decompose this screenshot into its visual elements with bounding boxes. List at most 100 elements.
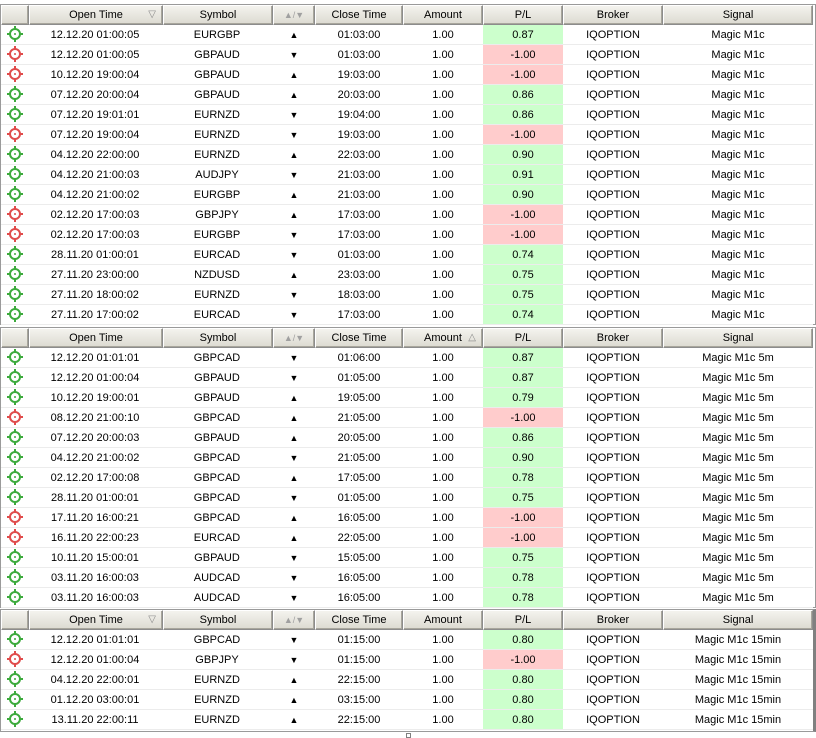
target-loss-icon bbox=[7, 46, 23, 62]
column-header-direction[interactable]: ▲/▼ bbox=[273, 5, 315, 25]
column-header-broker[interactable]: Broker bbox=[563, 328, 663, 348]
open-time-cell: 03.11.20 16:00:03 bbox=[29, 568, 161, 588]
table-row[interactable]: 12.12.20 01:00:04 GBPAUD ▼ 01:05:00 1.00 0.87… bbox=[1, 368, 816, 388]
table-row[interactable]: 04.12.20 22:00:00 EURNZD ▲ 22:03:00 1.00 0.90… bbox=[1, 145, 816, 165]
table-row[interactable]: 12.12.20 01:00:04 GBPJPY ▼ 01:15:00 1.00 -1.0… bbox=[1, 650, 816, 670]
column-header-signal[interactable]: Signal bbox=[663, 610, 813, 630]
column-header-label: Close Time bbox=[331, 9, 387, 21]
column-header-close-time[interactable]: Close Time bbox=[315, 5, 403, 25]
symbol-cell: NZDUSD bbox=[161, 265, 273, 285]
signal-cell: Magic M1c 5m bbox=[663, 528, 813, 548]
table-row[interactable]: 27.11.20 23:00:00 NZDUSD ▲ 23:03:00 1.00 0.75… bbox=[1, 265, 816, 285]
column-header-status[interactable] bbox=[1, 5, 29, 25]
column-header-broker[interactable]: Broker bbox=[563, 5, 663, 25]
signal-cell: Magic M1c bbox=[663, 225, 813, 245]
table-row[interactable]: 03.11.20 16:00:03 AUDCAD ▼ 16:05:00 1.00 0.78… bbox=[1, 588, 816, 608]
column-header-amount[interactable]: Amount bbox=[403, 5, 483, 25]
resize-handle[interactable] bbox=[406, 733, 411, 738]
table-row[interactable]: 04.12.20 21:00:03 AUDJPY ▼ 21:03:00 1.00 0.91… bbox=[1, 165, 816, 185]
table-row[interactable]: 16.11.20 22:00:23 EURCAD ▲ 22:05:00 1.00 -1.0… bbox=[1, 528, 816, 548]
column-header-signal[interactable]: Signal bbox=[663, 328, 813, 348]
table-row[interactable]: 07.12.20 20:00:03 GBPAUD ▲ 20:05:00 1.00 0.86… bbox=[1, 428, 816, 448]
column-header-direction[interactable]: ▲/▼ bbox=[273, 328, 315, 348]
table-row[interactable]: 01.12.20 03:00:01 EURNZD ▲ 03:15:00 1.00 0.80… bbox=[1, 690, 816, 710]
arrow-down-icon: ▼ bbox=[273, 105, 315, 125]
column-header-close-time[interactable]: Close Time bbox=[315, 328, 403, 348]
arrow-down-icon: ▼ bbox=[273, 588, 315, 608]
table-row[interactable]: 07.12.20 20:00:04 GBPAUD ▲ 20:03:00 1.00 0.86… bbox=[1, 85, 816, 105]
broker-cell: IQOPTION bbox=[563, 588, 663, 608]
signal-cell: Magic M1c bbox=[663, 125, 813, 145]
table-row[interactable]: 04.12.20 22:00:01 EURNZD ▲ 22:15:00 1.00 0.80… bbox=[1, 670, 816, 690]
broker-cell: IQOPTION bbox=[563, 630, 663, 650]
symbol-cell: EURGBP bbox=[161, 25, 273, 45]
column-header-signal[interactable]: Signal bbox=[663, 5, 813, 25]
arrow-down-icon: ▼ bbox=[273, 285, 315, 305]
table-row[interactable]: 10.12.20 19:00:01 GBPAUD ▲ 19:05:00 1.00 0.79… bbox=[1, 388, 816, 408]
column-header-pl[interactable]: P/L bbox=[483, 5, 563, 25]
column-header-open-time[interactable]: Open Time ▽ bbox=[29, 5, 163, 25]
arrow-down-icon: ▼ bbox=[273, 165, 315, 185]
table-row[interactable]: 12.12.20 01:01:01 GBPCAD ▼ 01:15:00 1.00 0.80… bbox=[1, 630, 816, 650]
table-row[interactable]: 28.11.20 01:00:01 EURCAD ▼ 01:03:00 1.00 0.74… bbox=[1, 245, 816, 265]
column-header-open-time[interactable]: Open Time ▽ bbox=[29, 610, 163, 630]
column-header-status[interactable] bbox=[1, 610, 29, 630]
table-row[interactable]: 07.12.20 19:00:04 EURNZD ▼ 19:03:00 1.00 -1.0… bbox=[1, 125, 816, 145]
column-header-open-time[interactable]: Open Time bbox=[29, 328, 163, 348]
column-header-label: P/L bbox=[514, 9, 532, 21]
amount-cell: 1.00 bbox=[403, 25, 483, 45]
table-row[interactable]: 02.12.20 17:00:03 EURGBP ▼ 17:03:00 1.00 -1.0… bbox=[1, 225, 816, 245]
column-header-status[interactable] bbox=[1, 328, 29, 348]
table-row[interactable]: 07.12.20 19:01:01 EURNZD ▼ 19:04:00 1.00 0.86… bbox=[1, 105, 816, 125]
close-time-cell: 20:05:00 bbox=[315, 428, 403, 448]
column-header-close-time[interactable]: Close Time bbox=[315, 610, 403, 630]
table-row[interactable]: 10.11.20 15:00:01 GBPAUD ▼ 15:05:00 1.00 0.75… bbox=[1, 548, 816, 568]
pl-cell: -1.00 bbox=[483, 528, 563, 548]
column-header-pl[interactable]: P/L bbox=[483, 610, 563, 630]
pl-cell: -1.00 bbox=[483, 508, 563, 528]
table-row[interactable]: 03.11.20 16:00:03 AUDCAD ▼ 16:05:00 1.00 0.78… bbox=[1, 568, 816, 588]
column-header-symbol[interactable]: Symbol bbox=[163, 328, 273, 348]
broker-cell: IQOPTION bbox=[563, 650, 663, 670]
amount-cell: 1.00 bbox=[403, 348, 483, 368]
pl-cell: -1.00 bbox=[483, 205, 563, 225]
table-row[interactable]: 27.11.20 17:00:02 EURCAD ▼ 17:03:00 1.00 0.74… bbox=[1, 305, 816, 325]
pl-cell: 0.78 bbox=[483, 468, 563, 488]
table-row[interactable]: 27.11.20 18:00:02 EURNZD ▼ 18:03:00 1.00 0.75… bbox=[1, 285, 816, 305]
table-row[interactable]: 13.11.20 22:00:11 EURNZD ▲ 22:15:00 1.00 0.80… bbox=[1, 710, 816, 730]
column-header-direction[interactable]: ▲/▼ bbox=[273, 610, 315, 630]
column-header-label: Open Time bbox=[69, 614, 123, 626]
column-header-amount[interactable]: Amount △ bbox=[403, 328, 483, 348]
column-header-amount[interactable]: Amount bbox=[403, 610, 483, 630]
open-time-cell: 27.11.20 17:00:02 bbox=[29, 305, 161, 325]
column-header-symbol[interactable]: Symbol bbox=[163, 610, 273, 630]
signal-cell: Magic M1c bbox=[663, 85, 813, 105]
table-row[interactable]: 12.12.20 01:01:01 GBPCAD ▼ 01:06:00 1.00 0.87… bbox=[1, 348, 816, 368]
table-row[interactable]: 12.12.20 01:00:05 GBPAUD ▼ 01:03:00 1.00 -1.0… bbox=[1, 45, 816, 65]
amount-cell: 1.00 bbox=[403, 650, 483, 670]
signal-cell: Magic M1c bbox=[663, 285, 813, 305]
table-row[interactable]: 08.12.20 21:00:10 GBPCAD ▲ 21:05:00 1.00 -1.0… bbox=[1, 408, 816, 428]
table-row[interactable]: 04.12.20 21:00:02 EURGBP ▲ 21:03:00 1.00 0.90… bbox=[1, 185, 816, 205]
status-cell bbox=[1, 165, 29, 185]
amount-cell: 1.00 bbox=[403, 428, 483, 448]
column-header-pl[interactable]: P/L bbox=[483, 328, 563, 348]
table-row[interactable]: 02.12.20 17:00:08 GBPCAD ▲ 17:05:00 1.00 0.78… bbox=[1, 468, 816, 488]
target-win-icon bbox=[7, 369, 23, 385]
open-time-cell: 08.12.20 21:00:10 bbox=[29, 408, 161, 428]
table-row[interactable]: 04.12.20 21:00:02 GBPCAD ▼ 21:05:00 1.00 0.90… bbox=[1, 448, 816, 468]
column-header-label: P/L bbox=[514, 614, 532, 626]
table-row[interactable]: 10.12.20 19:00:04 GBPAUD ▲ 19:03:00 1.00 -1.0… bbox=[1, 65, 816, 85]
symbol-cell: GBPCAD bbox=[161, 448, 273, 468]
table-row[interactable]: 17.11.20 16:00:21 GBPCAD ▲ 16:05:00 1.00 -1.0… bbox=[1, 508, 816, 528]
amount-cell: 1.00 bbox=[403, 185, 483, 205]
column-header-symbol[interactable]: Symbol bbox=[163, 5, 273, 25]
broker-cell: IQOPTION bbox=[563, 205, 663, 225]
table-row[interactable]: 28.11.20 01:00:01 GBPCAD ▼ 01:05:00 1.00 0.75… bbox=[1, 488, 816, 508]
table-row[interactable]: 12.12.20 01:00:05 EURGBP ▲ 01:03:00 1.00 0.87… bbox=[1, 25, 816, 45]
column-header-broker[interactable]: Broker bbox=[563, 610, 663, 630]
status-cell bbox=[1, 710, 29, 730]
broker-cell: IQOPTION bbox=[563, 428, 663, 448]
target-win-icon bbox=[7, 389, 23, 405]
table-row[interactable]: 02.12.20 17:00:03 GBPJPY ▲ 17:03:00 1.00 -1.0… bbox=[1, 205, 816, 225]
